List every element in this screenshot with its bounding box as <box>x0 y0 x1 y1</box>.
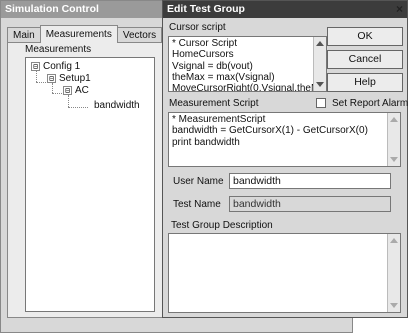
code-line: print bandwidth <box>172 136 240 148</box>
dialog-title-bar[interactable]: Edit Test Group × <box>163 1 407 18</box>
code-line: * Cursor Script <box>172 38 238 49</box>
close-icon[interactable]: × <box>396 1 403 18</box>
tree-node-analysis[interactable]: ⊟ AC <box>63 85 89 96</box>
scroll-up-icon[interactable] <box>390 238 398 243</box>
help-button[interactable]: Help <box>327 73 403 92</box>
measurement-script-editor[interactable]: * MeasurementScript bandwidth = GetCurso… <box>168 112 401 167</box>
measurement-script-scrollbar[interactable] <box>387 113 400 166</box>
code-line: theMax = max(Vsignal) <box>172 71 275 83</box>
tree-node-config-label: Config 1 <box>43 61 81 72</box>
cursor-script-scrollbar[interactable] <box>313 37 326 91</box>
tab-main[interactable]: Main <box>7 27 41 43</box>
tree-connector <box>68 95 69 107</box>
tab-vectors[interactable]: Vectors <box>116 27 163 43</box>
set-report-alarm-checkbox[interactable] <box>316 98 326 108</box>
measurements-tree[interactable]: ⊟ Config 1 ⊟ Setup1 ⊟ AC bandwidth <box>25 57 155 312</box>
sim-tab-strip: Main Measurements Vectors <box>7 25 163 43</box>
code-line: Vsignal = db(vout) <box>172 60 253 72</box>
code-line: bandwidth = GetCursorX(1) - GetCursorX(0… <box>172 125 368 137</box>
user-name-label: User Name <box>173 176 224 187</box>
test-group-description-editor[interactable] <box>168 233 401 313</box>
ok-button[interactable]: OK <box>327 27 403 46</box>
tree-node-config[interactable]: ⊟ Config 1 <box>31 61 80 72</box>
cursor-script-editor[interactable]: * Cursor Script HomeCursors Vsignal = db… <box>168 36 327 92</box>
code-line: * MeasurementScript <box>172 114 266 125</box>
measurement-script-label: Measurement Script <box>169 98 259 109</box>
set-report-alarm-label: Set Report Alarm <box>332 98 409 109</box>
collapse-icon[interactable]: ⊟ <box>47 74 56 83</box>
cancel-button[interactable]: Cancel <box>327 50 403 69</box>
test-name-field: bandwidth <box>229 196 391 212</box>
tree-connector <box>36 71 37 82</box>
cursor-script-label: Cursor script <box>169 22 226 33</box>
tree-node-measurement-label: bandwidth <box>92 100 142 111</box>
scroll-up-icon[interactable] <box>390 117 398 122</box>
edit-test-group-dialog: Edit Test Group × Cursor script * Cursor… <box>162 0 408 318</box>
description-label: Test Group Description <box>171 220 273 231</box>
tree-connector <box>68 107 88 108</box>
tree-node-analysis-label: AC <box>75 85 89 96</box>
collapse-icon[interactable]: ⊟ <box>31 62 40 71</box>
scroll-down-icon[interactable] <box>390 157 398 162</box>
code-line: MoveCursorRight(0,Vsignal,theMax-3) <box>172 83 327 92</box>
tree-node-setup-label: Setup1 <box>59 73 91 84</box>
collapse-icon[interactable]: ⊟ <box>63 86 72 95</box>
tree-node-measurement[interactable]: bandwidth <box>92 100 142 111</box>
measurements-section-label: Measurements <box>25 44 92 55</box>
dialog-title: Edit Test Group <box>167 3 245 15</box>
sim-window-title: Simulation Control <box>5 3 99 15</box>
test-name-label: Test Name <box>173 199 221 210</box>
tree-node-setup[interactable]: ⊟ Setup1 <box>47 73 91 84</box>
tab-measurements[interactable]: Measurements <box>39 25 118 43</box>
code-line: HomeCursors <box>172 49 234 61</box>
description-scrollbar[interactable] <box>387 234 400 312</box>
user-name-field[interactable]: bandwidth <box>229 173 391 189</box>
scroll-down-icon[interactable] <box>390 303 398 308</box>
scroll-down-icon[interactable] <box>316 82 324 87</box>
tree-connector <box>52 83 53 93</box>
scroll-up-icon[interactable] <box>316 41 324 46</box>
